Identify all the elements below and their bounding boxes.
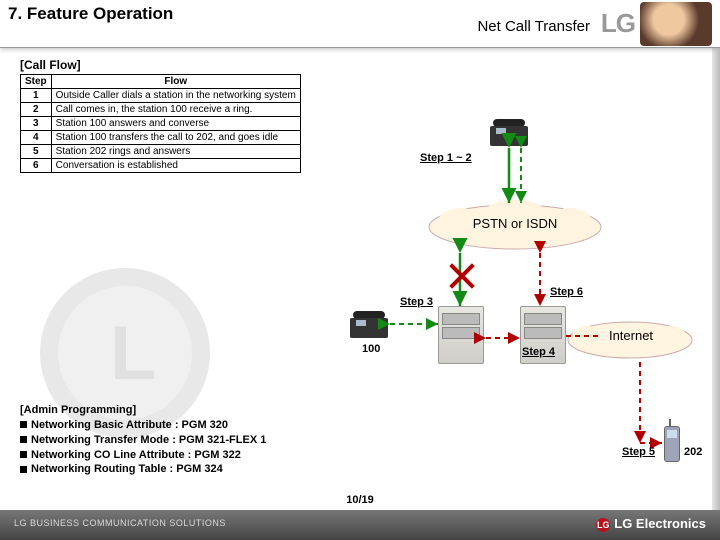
slide-header: 7. Feature Operation Net Call Transfer L… [0,0,720,48]
step-4-label: Step 4 [522,346,555,358]
step-5-label: Step 5 [622,446,655,458]
admin-programming-block: [Admin Programming] Networking Basic Att… [20,403,266,477]
admin-item: Networking CO Line Attribute : PGM 322 [20,448,266,463]
section-title: 7. Feature Operation [8,4,173,24]
disconnect-cross-icon [448,262,476,290]
step-1-2-label: Step 1 ~ 2 [420,152,472,164]
admin-title: [Admin Programming] [20,403,266,418]
step-6-label: Step 6 [550,286,583,298]
footer-left-text: LG BUSINESS COMMUNICATION SOLUTIONS [14,518,226,528]
lg-logo: LG [601,8,635,39]
step-3-label: Step 3 [400,296,433,308]
mascot-face-image [640,2,712,46]
footer-right-logo: LGLG Electronics [596,516,706,532]
admin-item: Networking Basic Attribute : PGM 320 [20,418,266,433]
station-100-label: 100 [362,343,380,355]
admin-item: Networking Transfer Mode : PGM 321-FLEX … [20,433,266,448]
admin-item: Networking Routing Table : PGM 324 [20,462,266,477]
lg-circle-icon: LG [596,518,610,532]
slide-content: [Call Flow] Step Flow 1Outside Caller di… [0,48,720,508]
feature-title: Net Call Transfer [477,18,590,35]
station-202-label: 202 [684,446,702,458]
slide-footer: LG BUSINESS COMMUNICATION SOLUTIONS LGLG… [0,510,720,540]
